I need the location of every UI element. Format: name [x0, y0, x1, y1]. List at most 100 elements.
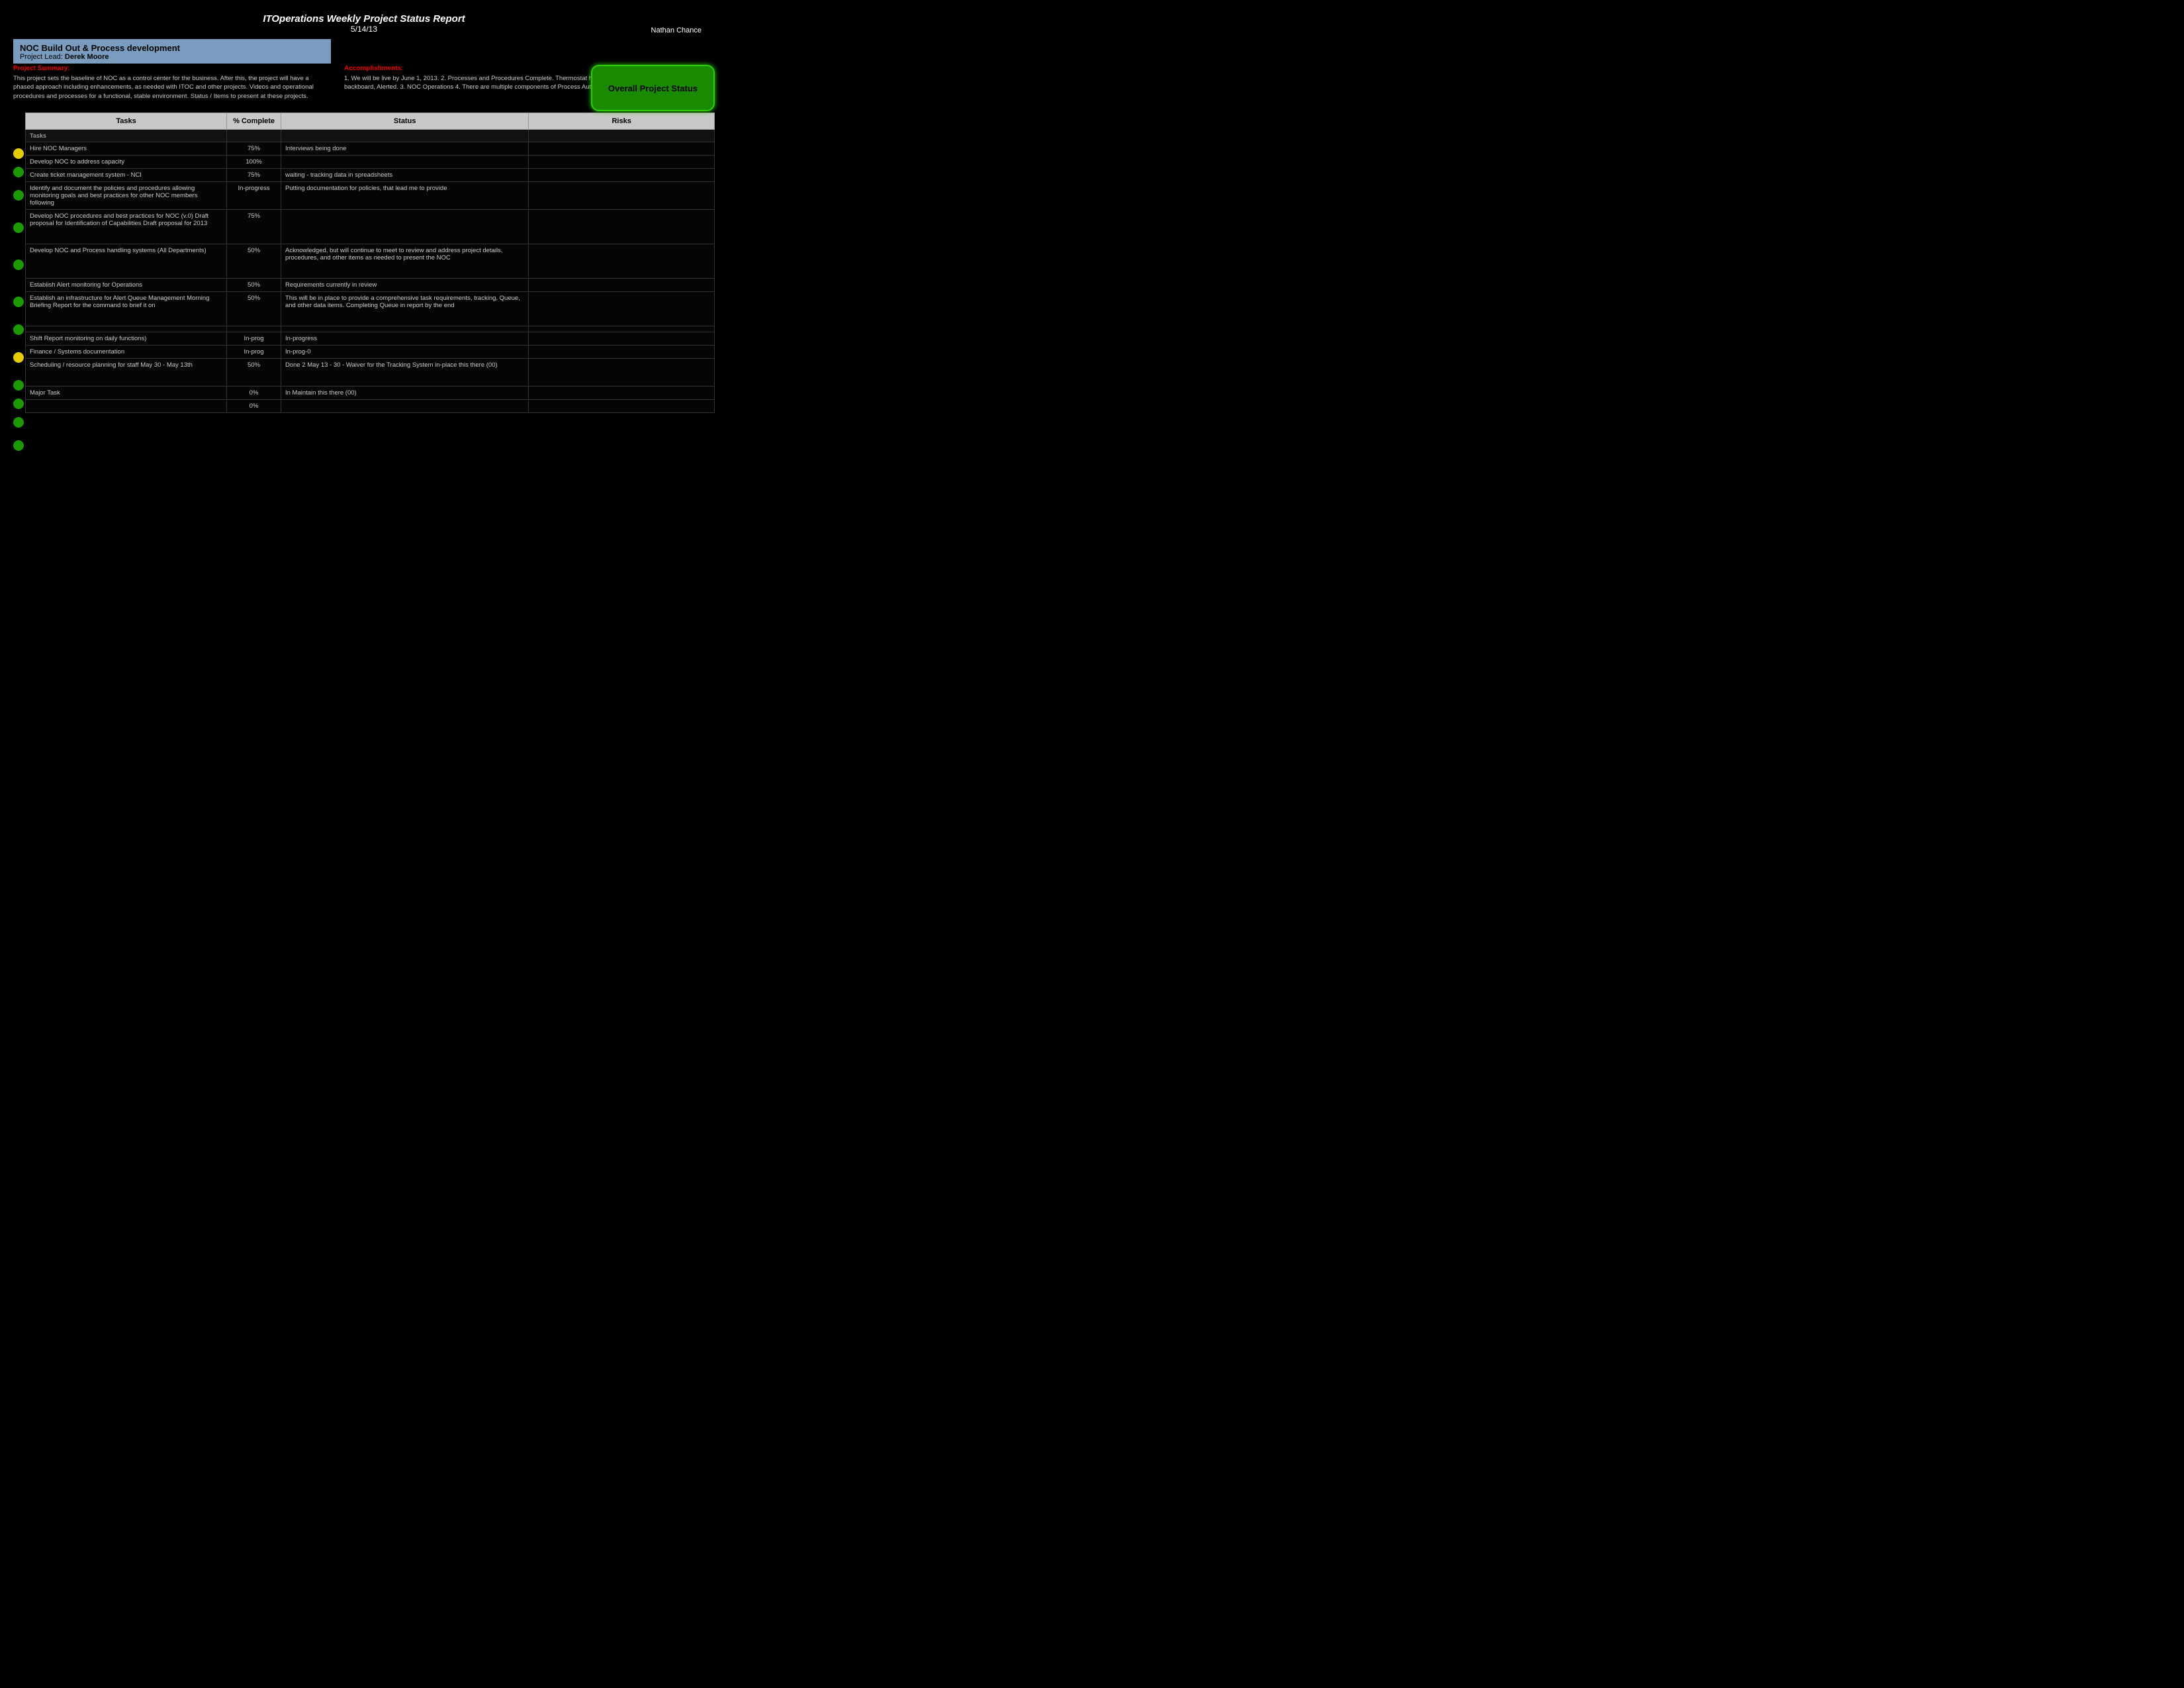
col-header-status: Status	[281, 113, 528, 129]
project-name: NOC Build Out & Process development	[20, 43, 324, 53]
pct-cell-3: 75%	[227, 168, 281, 181]
task-cell-10: Shift Report monitoring on daily functio…	[26, 332, 227, 345]
report-title: ITOperations Weekly Project Status Repor…	[13, 13, 715, 24]
table-wrapper: Tasks % Complete Status Risks Tasks Hire…	[13, 110, 715, 496]
summary-text: This project sets the baseline of NOC as…	[13, 74, 331, 101]
task-cell-3: Create ticket management system - NCI	[26, 168, 227, 181]
section-risks-cell	[529, 129, 715, 142]
dot-column	[13, 131, 24, 496]
pct-cell-2: 100%	[227, 155, 281, 168]
pct-cell-1: 75%	[227, 142, 281, 155]
risks-cell-2	[529, 155, 715, 168]
risks-cell-10	[529, 332, 715, 345]
dot-row-5	[13, 246, 24, 283]
table-row: Create ticket management system - NCI 75…	[26, 168, 715, 181]
status-cell-13: In Maintain this there (00)	[281, 386, 528, 399]
status-dot-green-3	[13, 190, 24, 201]
status-dot-green-10	[13, 399, 24, 409]
risks-cell-4	[529, 181, 715, 209]
task-cell-14	[26, 399, 227, 412]
risks-cell-13	[529, 386, 715, 399]
col-header-pct: % Complete	[227, 113, 281, 129]
col-header-risks: Risks	[529, 113, 715, 129]
info-section: Project Summary: This project sets the b…	[13, 65, 715, 101]
page-header: ITOperations Weekly Project Status Repor…	[13, 13, 715, 34]
pct-cell-14: 0%	[227, 399, 281, 412]
status-cell-10: In-progress	[281, 332, 528, 345]
dot-row-1	[13, 144, 24, 163]
risks-cell-11	[529, 345, 715, 358]
status-cell-8: This will be in place to provide a compr…	[281, 291, 528, 326]
dot-row-3	[13, 181, 24, 209]
status-dot-green-6	[13, 297, 24, 307]
status-dot-green-9	[13, 380, 24, 391]
status-dot-green-7	[13, 324, 24, 335]
dot-row-7	[13, 320, 24, 339]
task-cell-8: Establish an infrastructure for Alert Qu…	[26, 291, 227, 326]
table-row: Establish Alert monitoring for Operation…	[26, 278, 715, 291]
pct-cell-9	[227, 326, 281, 332]
task-cell-1: Hire NOC Managers	[26, 142, 227, 155]
task-cell-9	[26, 326, 227, 332]
task-cell-7: Establish Alert monitoring for Operation…	[26, 278, 227, 291]
dot-row-8	[13, 339, 24, 376]
table-row: Develop NOC to address capacity 100%	[26, 155, 715, 168]
dot-row-4	[13, 209, 24, 246]
status-cell-9	[281, 326, 528, 332]
project-lead-label: Project Lead:	[20, 53, 63, 61]
task-cell-6: Develop NOC and Process handling systems…	[26, 244, 227, 278]
dot-section-0	[13, 131, 24, 144]
section-task-cell: Tasks	[26, 129, 227, 142]
status-cell-12: Done 2 May 13 - 30 - Waiver for the Trac…	[281, 358, 528, 386]
table-row: Scheduling / resource planning for staff…	[26, 358, 715, 386]
pct-cell-6: 50%	[227, 244, 281, 278]
task-cell-4: Identify and document the policies and p…	[26, 181, 227, 209]
dot-row-10	[13, 395, 24, 413]
pct-cell-4: In-progress	[227, 181, 281, 209]
table-row	[26, 326, 715, 332]
status-cell-4: Putting documentation for policies, that…	[281, 181, 528, 209]
status-cell-1: Interviews being done	[281, 142, 528, 155]
status-cell-11: In-prog-0	[281, 345, 528, 358]
pct-cell-11: In-prog	[227, 345, 281, 358]
risks-cell-9	[529, 326, 715, 332]
dot-row-11	[13, 413, 24, 432]
risks-cell-3	[529, 168, 715, 181]
task-cell-11: Finance / Systems documentation	[26, 345, 227, 358]
summary-section: Project Summary: This project sets the b…	[13, 65, 331, 101]
status-dot-green-4	[13, 222, 24, 233]
table-row: Hire NOC Managers 75% Interviews being d…	[26, 142, 715, 155]
table-row: 0%	[26, 399, 715, 412]
pct-cell-5: 75%	[227, 209, 281, 244]
dot-row-9	[13, 376, 24, 395]
table-row: Shift Report monitoring on daily functio…	[26, 332, 715, 345]
overall-status-badge: Overall Project Status	[591, 65, 715, 111]
col-header-tasks: Tasks	[26, 113, 227, 129]
status-dot-yellow-1	[13, 148, 24, 159]
task-cell-2: Develop NOC to address capacity	[26, 155, 227, 168]
table-row: Major Task 0% In Maintain this there (00…	[26, 386, 715, 399]
table-row: Identify and document the policies and p…	[26, 181, 715, 209]
risks-cell-6	[529, 244, 715, 278]
pct-cell-10: In-prog	[227, 332, 281, 345]
project-title-bar: NOC Build Out & Process development Proj…	[13, 39, 331, 64]
status-cell-5	[281, 209, 528, 244]
status-dot-yellow-8	[13, 352, 24, 363]
pct-cell-7: 50%	[227, 278, 281, 291]
status-dot-green-11	[13, 417, 24, 428]
dot-row-13	[13, 459, 24, 478]
table-row: Develop NOC procedures and best practice…	[26, 209, 715, 244]
pct-cell-8: 50%	[227, 291, 281, 326]
table-row: Develop NOC and Process handling systems…	[26, 244, 715, 278]
pct-cell-12: 50%	[227, 358, 281, 386]
risks-cell-5	[529, 209, 715, 244]
section-pct-cell	[227, 129, 281, 142]
dot-row-6	[13, 283, 24, 320]
risks-cell-8	[529, 291, 715, 326]
risks-cell-7	[529, 278, 715, 291]
risks-cell-12	[529, 358, 715, 386]
summary-label: Project Summary:	[13, 65, 331, 72]
project-lead: Project Lead: Derek Moore	[20, 53, 324, 61]
header-right-name: Nathan Chance	[651, 26, 702, 34]
report-date: 5/14/13	[13, 24, 715, 34]
